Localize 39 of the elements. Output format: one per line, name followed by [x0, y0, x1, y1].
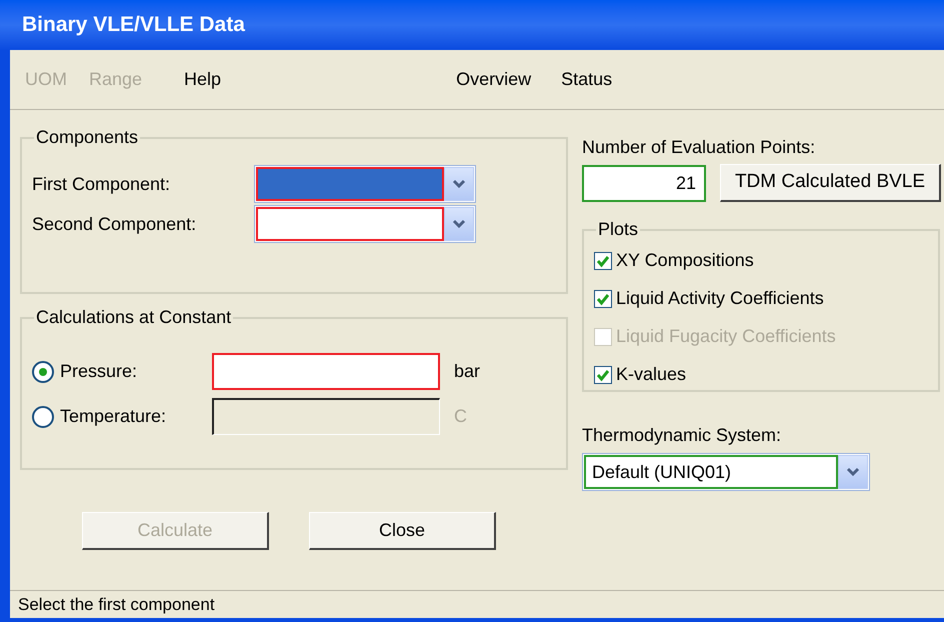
- radio-label: Pressure:: [60, 360, 138, 383]
- group-title: Components: [35, 126, 140, 149]
- field-label: First Component:: [32, 172, 172, 196]
- checkbox[interactable]: [594, 252, 612, 270]
- dropdown-arrow-button[interactable]: [444, 207, 474, 241]
- dialog-button[interactable]: Close: [309, 512, 496, 550]
- field-label: Thermodynamic System:: [582, 424, 782, 447]
- dropdown-arrow-button[interactable]: [444, 167, 474, 201]
- radio-label: Temperature:: [60, 405, 168, 428]
- checkbox[interactable]: [594, 366, 612, 384]
- status-bar: Select the first component: [10, 590, 944, 618]
- window-title: Binary VLE/VLLE Data: [0, 0, 944, 50]
- nav-link[interactable]: Overview: [456, 66, 532, 93]
- thermo-dropdown[interactable]: Default (UNIQ01): [582, 453, 870, 491]
- points-field[interactable]: 21: [582, 164, 706, 202]
- group-title: Calculations at Constant: [35, 306, 232, 329]
- component-dropdown[interactable]: [254, 205, 476, 243]
- checkbox[interactable]: [594, 290, 612, 308]
- value-field[interactable]: [212, 398, 440, 435]
- menu-item[interactable]: Help: [177, 66, 228, 93]
- field-label: Number of Evaluation Points:: [582, 136, 816, 159]
- checkbox-label: Liquid Fugacity Coefficients: [616, 325, 836, 348]
- radio-button[interactable]: [32, 360, 54, 382]
- checkbox-label: K-values: [616, 363, 686, 386]
- chevron-down-icon: [452, 219, 466, 229]
- field-label: Second Component:: [32, 212, 198, 236]
- value-field[interactable]: [212, 353, 440, 390]
- dropdown-arrow-button[interactable]: [838, 455, 868, 489]
- radio-button[interactable]: [32, 406, 54, 428]
- chevron-down-icon: [846, 467, 860, 477]
- group-title: Plots: [597, 218, 640, 241]
- nav-link[interactable]: Status: [561, 66, 612, 93]
- chevron-down-icon: [452, 179, 466, 189]
- unit-label: C: [454, 405, 467, 428]
- checkbox-label: XY Compositions: [616, 249, 754, 272]
- unit-label: bar: [454, 360, 480, 383]
- tdm-button[interactable]: TDM Calculated BVLE: [720, 164, 941, 202]
- checkbox-label: Liquid Activity Coefficients: [616, 287, 824, 310]
- component-dropdown[interactable]: [254, 165, 476, 203]
